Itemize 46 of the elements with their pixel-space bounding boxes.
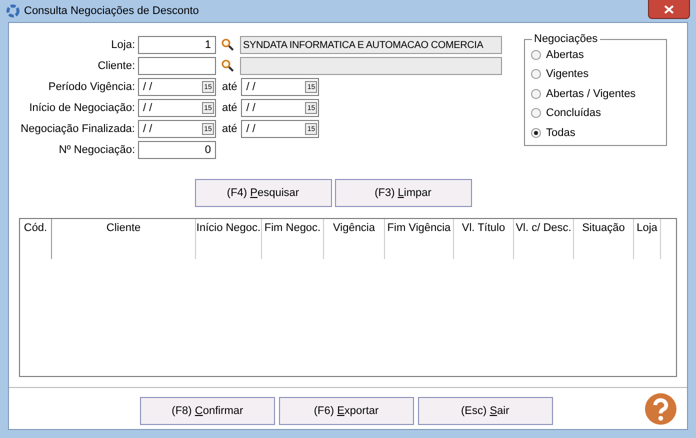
range-separator: até	[222, 123, 238, 135]
column-header[interactable]: Cliente	[52, 219, 196, 259]
action-button[interactable]: (F4) Pesquisar	[194, 179, 332, 207]
radio-button[interactable]	[531, 88, 541, 99]
field-label: Cliente:	[96, 60, 135, 72]
column-header[interactable]: Fim Negoc.	[262, 219, 324, 259]
radio-label[interactable]: Vigentes	[546, 68, 589, 80]
description-field: SYNDATA INFORMATICA E AUTOMACAO COMERCIA	[240, 36, 502, 54]
range-separator: até	[222, 102, 238, 114]
field-label: Negociação Finalizada:	[20, 123, 135, 135]
input-field[interactable]: 1	[138, 36, 216, 54]
radio-button[interactable]	[531, 69, 541, 80]
radio-label[interactable]: Todas	[546, 126, 576, 139]
radio-label[interactable]: Abertas / Vigentes	[546, 88, 636, 100]
search-icon[interactable]	[221, 38, 235, 52]
field-label: Início de Negociação:	[28, 102, 135, 114]
field-label: Loja:	[110, 39, 135, 51]
column-header[interactable]: Fim Vigência	[385, 219, 454, 259]
action-button[interactable]: (Esc) Sair	[418, 397, 553, 425]
input-field[interactable]: 0	[138, 141, 216, 159]
group-title: Negociações	[533, 33, 599, 45]
input-field[interactable]	[138, 57, 216, 75]
field-label: Nº Negociação:	[58, 144, 135, 156]
radio-button[interactable]	[531, 50, 541, 60]
help-icon[interactable]	[644, 392, 677, 426]
column-header[interactable]: Situação	[574, 219, 634, 259]
radio-button[interactable]	[531, 108, 541, 118]
radio-label[interactable]: Concluídas	[546, 107, 602, 120]
column-header[interactable]: Loja	[634, 219, 661, 259]
close-button[interactable]	[648, 0, 690, 19]
column-header[interactable]: Cód.	[20, 219, 52, 259]
window-title: Consulta Negociações de Desconto	[24, 5, 200, 17]
field-label: Período Vigência:	[47, 81, 135, 93]
close-icon	[664, 4, 674, 14]
search-icon[interactable]	[221, 59, 235, 73]
column-header[interactable]: Vigência	[324, 219, 385, 259]
app-icon	[6, 4, 20, 18]
column-header[interactable]: Início Negoc.	[196, 219, 262, 259]
range-separator: até	[222, 81, 238, 93]
action-button[interactable]: (F3) Limpar	[334, 179, 472, 207]
radio-button[interactable]	[531, 128, 541, 138]
action-button[interactable]: (F8) Confirmar	[140, 397, 275, 425]
column-header[interactable]: Vl. c/ Desc.	[514, 219, 574, 259]
action-button[interactable]: (F6) Exportar	[278, 397, 414, 425]
column-header[interactable]: Vl. Título	[454, 219, 514, 259]
radio-label[interactable]: Abertas	[546, 48, 584, 61]
